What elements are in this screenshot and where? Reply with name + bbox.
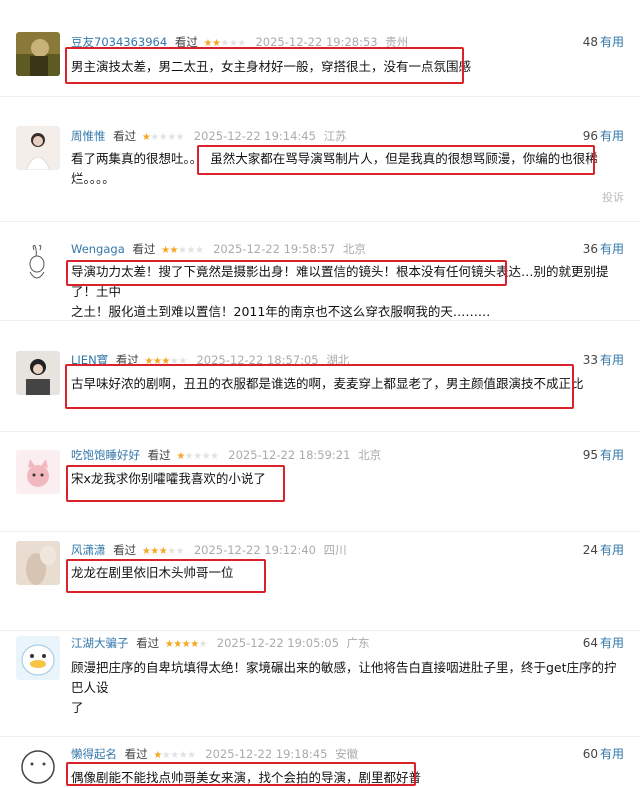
username-link[interactable]: 吃饱饱睡好好 bbox=[71, 448, 140, 462]
rating-stars: ★★★★★ bbox=[141, 132, 185, 143]
highlight-box bbox=[65, 47, 464, 84]
useful-button[interactable]: 有用 bbox=[600, 353, 624, 367]
review-meta: 江湖大骗子 看过 ★★★★★ 2025-12-22 19:05:05 广东 bbox=[71, 635, 370, 651]
vote-count: 24 bbox=[582, 543, 598, 557]
useful-button[interactable]: 有用 bbox=[600, 35, 624, 49]
watched-label: 看过 bbox=[132, 242, 156, 256]
landscape-avatar-icon[interactable] bbox=[16, 32, 60, 76]
watched-label: 看过 bbox=[147, 448, 171, 462]
watched-label: 看过 bbox=[113, 129, 137, 143]
useful-vote[interactable]: 48 有用 bbox=[583, 34, 624, 50]
useful-vote[interactable]: 95 有用 bbox=[583, 447, 624, 463]
watched-label: 看过 bbox=[113, 543, 137, 557]
review-date: 2025-12-22 19:14:45 bbox=[193, 129, 316, 143]
rating-stars: ★★★★★ bbox=[176, 451, 219, 462]
watched-label: 看过 bbox=[136, 636, 160, 650]
review-text-prefix: 看了两集真的很想吐。。 bbox=[71, 151, 203, 166]
review-text-line1: 顾漫把庄序的自卑坑填得太绝！家境碾出来的敏感，让他将告白直接咽进肚子里，终于ge… bbox=[71, 660, 617, 695]
rabbit-sketch-avatar-icon[interactable] bbox=[16, 242, 60, 286]
highlight-box bbox=[66, 260, 507, 286]
review-item: 豆友7034363964 看过 ★★★★★ 2025-12-22 19:28:5… bbox=[0, 0, 640, 95]
useful-vote[interactable]: 96 有用 bbox=[583, 128, 624, 144]
useful-vote[interactable]: 36 有用 bbox=[583, 241, 624, 257]
review-location: 江苏 bbox=[323, 129, 347, 143]
useful-button[interactable]: 有用 bbox=[600, 636, 624, 650]
review-item: 周惟惟 看过 ★★★★★ 2025-12-22 19:14:45 江苏 96 有用… bbox=[0, 96, 640, 221]
vote-count: 36 bbox=[582, 242, 598, 256]
review-text-line2: 烂。。。。 bbox=[71, 171, 115, 186]
review-text: 顾漫把庄序的自卑坑填得太绝！家境碾出来的敏感，让他将告白直接咽进肚子里，终于ge… bbox=[71, 658, 626, 718]
useful-vote[interactable]: 33 有用 bbox=[583, 352, 624, 368]
duck-avatar-icon[interactable] bbox=[16, 636, 60, 680]
vote-count: 95 bbox=[582, 448, 598, 462]
review-date: 2025-12-22 19:12:40 bbox=[193, 543, 316, 557]
useful-button[interactable]: 有用 bbox=[600, 242, 624, 256]
useful-button[interactable]: 有用 bbox=[600, 448, 624, 462]
review-item: 吃饱饱睡好好 看过 ★★★★★ 2025-12-22 18:59:21 北京 9… bbox=[0, 431, 640, 531]
username-link[interactable]: 懒得起名 bbox=[71, 747, 117, 761]
portrait-avatar-icon[interactable] bbox=[16, 126, 60, 170]
rating-stars: ★★★★★ bbox=[161, 245, 204, 256]
review-text-line2: 之土！服化道土到难以置信！2011年的南京也不这么穿衣服啊我的天……… bbox=[71, 304, 491, 319]
useful-button[interactable]: 有用 bbox=[600, 129, 624, 143]
review-meta: 周惟惟 看过 ★★★★★ 2025-12-22 19:14:45 江苏 bbox=[71, 128, 347, 144]
review-meta: Wengaga 看过 ★★★★★ 2025-12-22 19:58:57 北京 bbox=[71, 241, 366, 257]
highlight-box bbox=[66, 762, 416, 786]
username-link[interactable]: 周惟惟 bbox=[71, 129, 106, 143]
useful-button[interactable]: 有用 bbox=[600, 543, 624, 557]
rating-stars: ★★★★★ bbox=[164, 639, 208, 650]
useful-button[interactable]: 有用 bbox=[600, 747, 624, 761]
highlight-box bbox=[66, 559, 266, 593]
review-location: 北京 bbox=[358, 448, 382, 462]
username-link[interactable]: 风潇潇 bbox=[71, 543, 106, 557]
useful-vote[interactable]: 64 有用 bbox=[583, 635, 624, 651]
useful-vote[interactable]: 24 有用 bbox=[583, 542, 624, 558]
review-item: LIEN寳 看过 ★★★★★ 2025-12-22 18:57:05 湖北 33… bbox=[0, 320, 640, 431]
rating-stars: ★★★★★ bbox=[141, 546, 185, 557]
blurry-avatar-icon[interactable] bbox=[16, 541, 60, 585]
watched-label: 看过 bbox=[124, 747, 148, 761]
username-link[interactable]: 江湖大骗子 bbox=[71, 636, 129, 650]
report-link[interactable]: 投诉 bbox=[602, 189, 624, 205]
cartoon-avatar-icon[interactable] bbox=[16, 743, 60, 787]
review-item: 江湖大骗子 看过 ★★★★★ 2025-12-22 19:05:05 广东 64… bbox=[0, 630, 640, 736]
review-location: 四川 bbox=[323, 543, 347, 557]
vote-count: 96 bbox=[582, 129, 598, 143]
highlight-box bbox=[197, 145, 595, 175]
review-meta: 风潇潇 看过 ★★★★★ 2025-12-22 19:12:40 四川 bbox=[71, 542, 347, 558]
highlight-box bbox=[65, 364, 574, 409]
review-meta: 懒得起名 看过 ★★★★★ 2025-12-22 19:18:45 安徽 bbox=[71, 746, 358, 762]
review-item: 风潇潇 看过 ★★★★★ 2025-12-22 19:12:40 四川 24 有用… bbox=[0, 531, 640, 630]
review-date: 2025-12-22 18:59:21 bbox=[228, 448, 351, 462]
woman-avatar-icon[interactable] bbox=[16, 351, 60, 395]
vote-count: 48 bbox=[582, 35, 598, 49]
vote-count: 64 bbox=[582, 636, 598, 650]
vote-count: 60 bbox=[582, 747, 598, 761]
vote-count: 33 bbox=[582, 353, 598, 367]
review-date: 2025-12-22 19:18:45 bbox=[205, 747, 328, 761]
review-item: 懒得起名 看过 ★★★★★ 2025-12-22 19:18:45 安徽 60 有… bbox=[0, 736, 640, 787]
review-item: Wengaga 看过 ★★★★★ 2025-12-22 19:58:57 北京 … bbox=[0, 221, 640, 320]
highlight-box bbox=[66, 465, 285, 502]
review-date: 2025-12-22 19:58:57 bbox=[213, 242, 336, 256]
review-meta: 吃饱饱睡好好 看过 ★★★★★ 2025-12-22 18:59:21 北京 bbox=[71, 447, 381, 463]
review-text-line2: 了 bbox=[71, 700, 84, 715]
review-location: 安徽 bbox=[335, 747, 359, 761]
review-location: 北京 bbox=[342, 242, 366, 256]
review-date: 2025-12-22 19:05:05 bbox=[216, 636, 339, 650]
useful-vote[interactable]: 60 有用 bbox=[583, 746, 624, 762]
cat-avatar-icon[interactable] bbox=[16, 450, 60, 494]
username-link[interactable]: Wengaga bbox=[71, 242, 125, 256]
review-location: 广东 bbox=[346, 636, 370, 650]
